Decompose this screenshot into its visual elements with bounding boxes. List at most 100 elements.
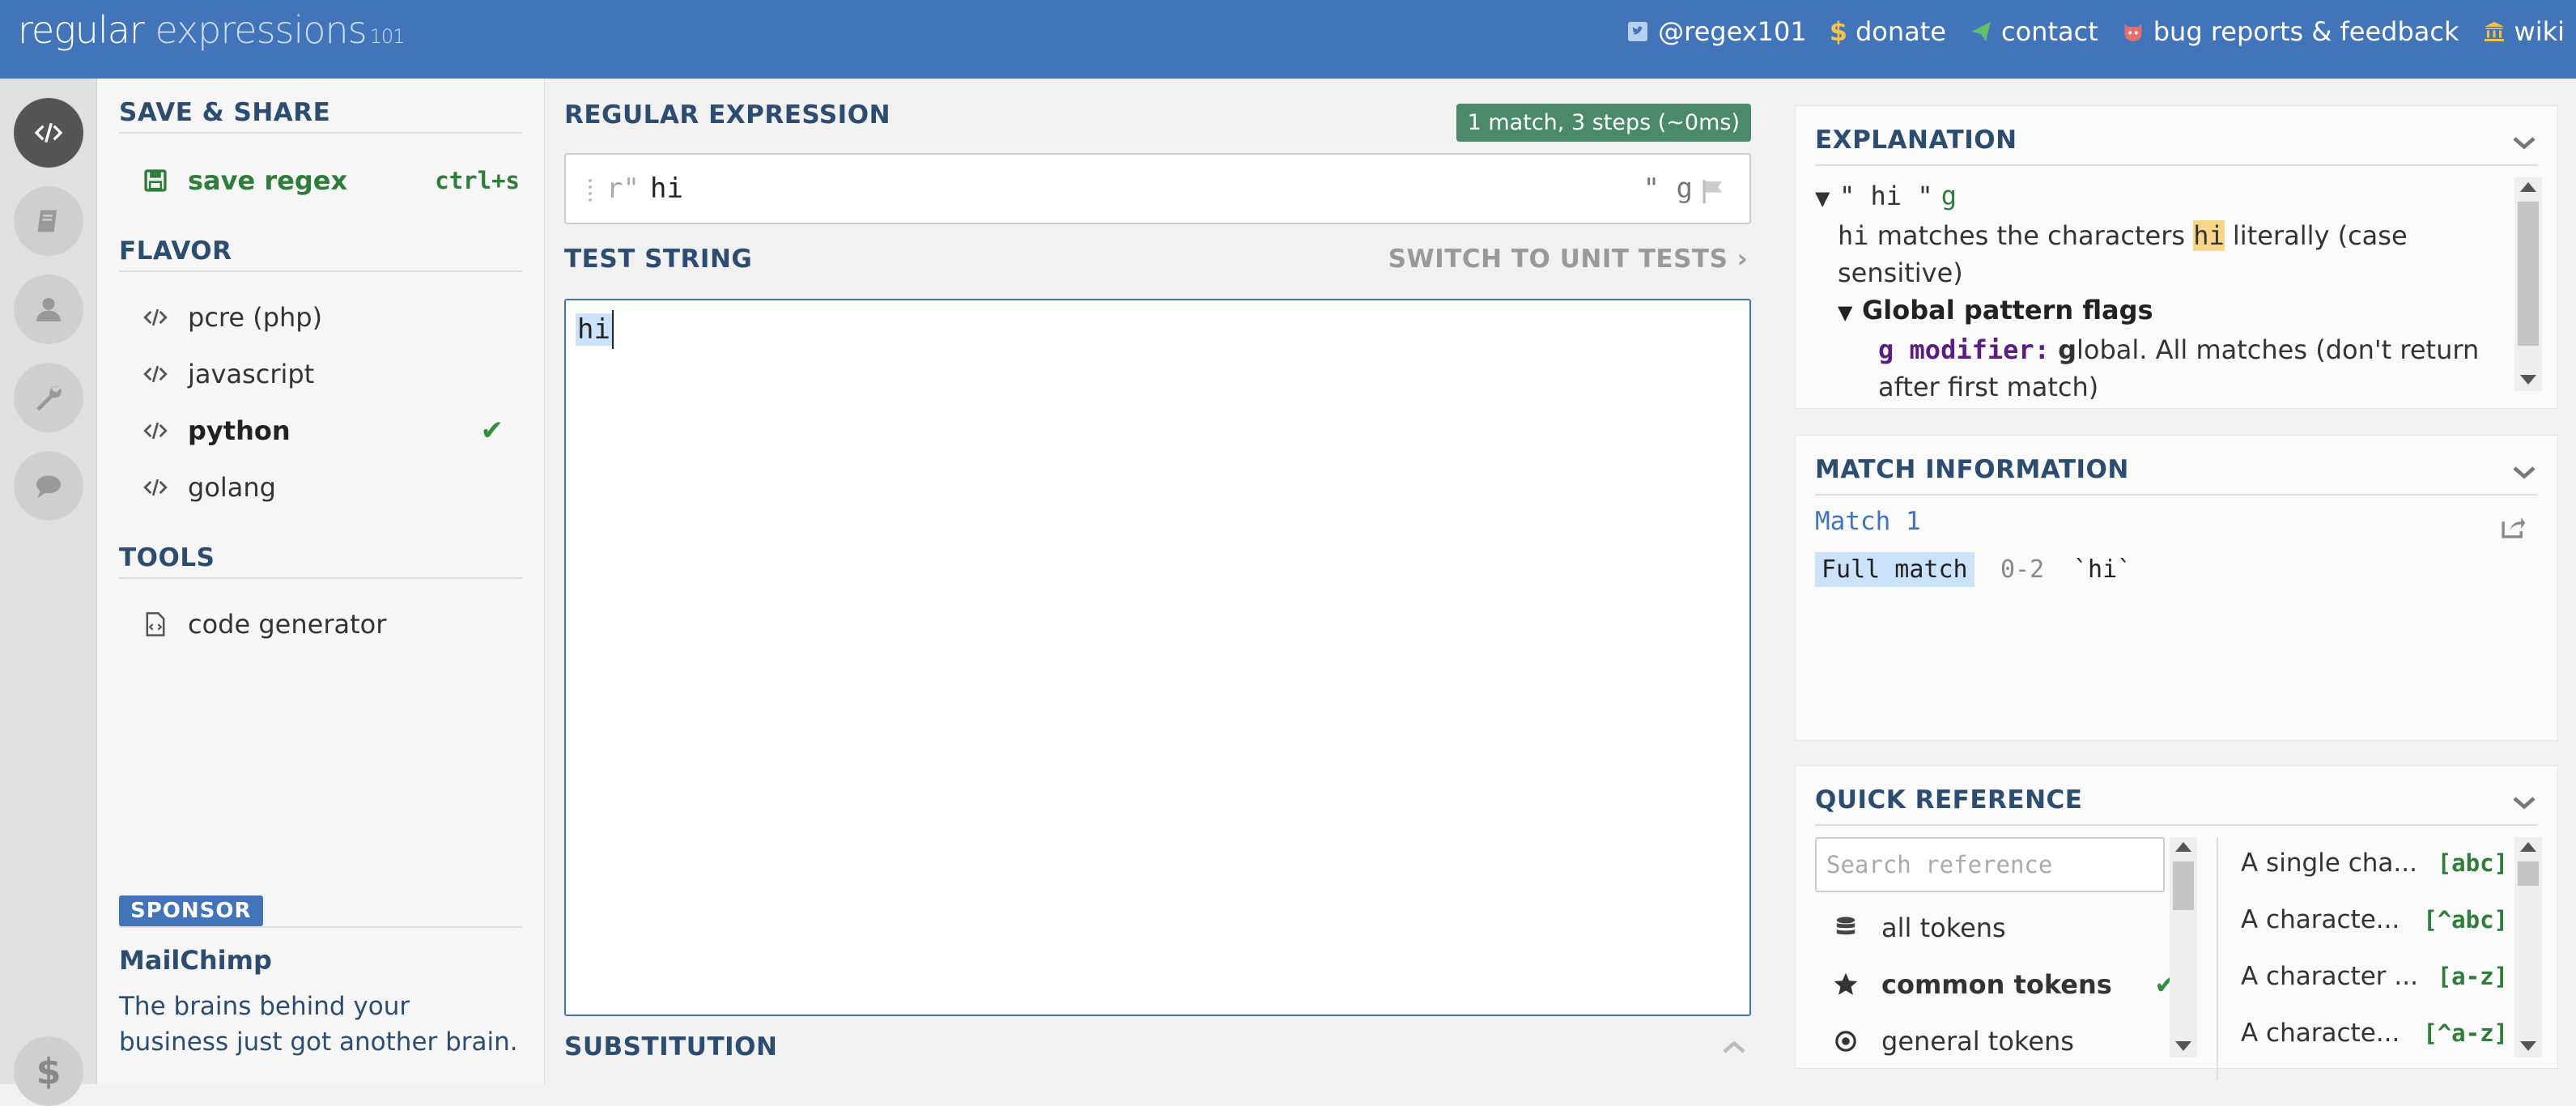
category-all-tokens[interactable]: all tokens <box>1830 905 2170 951</box>
check-icon: ✔ <box>480 415 504 447</box>
explanation-token: hi matches the characters hi literally (… <box>1838 220 2408 288</box>
flag-icon[interactable] <box>1699 177 1728 205</box>
top-header: regular expressions 101 @regex101 $ donat… <box>0 0 2576 79</box>
icon-rail: $ <box>0 79 97 1106</box>
test-string-input[interactable]: hi <box>564 299 1751 1016</box>
code-icon <box>143 479 168 496</box>
test-string-title: TEST STRING <box>564 245 753 274</box>
match-info-panel: MATCH INFORMATION Match 1 Full match 0-2… <box>1795 435 2558 741</box>
wrench-icon <box>36 385 62 411</box>
rail-regex-editor[interactable] <box>14 98 83 168</box>
reference-search-input[interactable] <box>1815 837 2165 892</box>
sponsor-divider <box>119 926 522 928</box>
explanation-flags-node[interactable]: ▼ Global pattern flags <box>1815 291 2519 331</box>
save-shortcut: ctrl+s <box>435 167 520 194</box>
rail-donate[interactable]: $ <box>14 1036 83 1106</box>
substitution-title[interactable]: SUBSTITUTION <box>564 1032 777 1061</box>
target-icon <box>1835 1031 1856 1052</box>
explanation-scrollbar[interactable] <box>2514 177 2542 391</box>
file-code-icon <box>146 612 165 636</box>
code-icon <box>34 122 63 143</box>
share-icon[interactable] <box>2499 513 2527 541</box>
rail-library[interactable] <box>14 186 83 256</box>
user-icon <box>36 297 61 321</box>
save-share-title: SAVE & SHARE <box>119 98 522 134</box>
regex-delimiter-open: r" <box>606 172 640 205</box>
twitter-link[interactable]: @regex101 <box>1626 16 1807 47</box>
explanation-title: EXPLANATION <box>1815 125 2017 155</box>
code-icon <box>143 422 168 440</box>
dollar-icon: $ <box>1829 16 1847 47</box>
logo-main: regular <box>18 8 145 52</box>
match-status-badge: 1 match, 3 steps (~0ms) <box>1456 104 1751 142</box>
rail-community[interactable] <box>14 451 83 521</box>
header-links: @regex101 $ donate contact bug reports &… <box>1626 16 2565 47</box>
donate-link[interactable]: $ donate <box>1830 16 1946 47</box>
regex-title: REGULAR EXPRESSION <box>564 100 891 130</box>
sponsor-text[interactable]: The brains behind your business just got… <box>119 989 524 1060</box>
reference-item[interactable]: A single cha... [abc] <box>2241 840 2508 886</box>
chat-icon <box>36 475 61 498</box>
paper-plane-icon <box>1970 22 1991 41</box>
bug-report-link[interactable]: bug reports & feedback <box>2121 16 2459 47</box>
explanation-panel: EXPLANATION ▼ " hi " g hi matches the cha… <box>1795 105 2558 409</box>
floppy-icon <box>144 169 167 192</box>
quick-ref-title: QUICK REFERENCE <box>1815 785 2083 815</box>
flavor-golang[interactable]: golang <box>139 465 520 510</box>
quick-reference-panel: QUICK REFERENCE all tokens common tokens… <box>1795 765 2558 1080</box>
bank-icon <box>2484 22 2504 41</box>
chevron-up-icon[interactable] <box>1722 1039 1746 1055</box>
match-label: Match 1 <box>1815 507 1921 536</box>
rail-account[interactable] <box>14 274 83 344</box>
star-icon <box>1834 972 1858 995</box>
save-regex-button[interactable]: save regex ctrl+s <box>139 158 520 203</box>
chevron-down-icon[interactable] <box>2512 795 2536 811</box>
tool-code-generator[interactable]: code generator <box>139 602 520 647</box>
explanation-tree: ▼ " hi " g hi matches the characters hi l… <box>1815 177 2519 406</box>
match-info-title: MATCH INFORMATION <box>1815 455 2129 484</box>
reference-item[interactable]: A characte... [^abc] <box>2241 897 2508 942</box>
editor-area: REGULAR EXPRESSION 1 match, 3 steps (~0m… <box>545 79 1770 1084</box>
dollar-icon: $ <box>36 1050 62 1092</box>
chevron-down-icon[interactable] <box>2512 135 2536 151</box>
chevron-down-icon[interactable] <box>2512 465 2536 481</box>
switch-unit-tests-button[interactable]: SWITCH TO UNIT TESTS › <box>1388 245 1748 274</box>
explanation-root[interactable]: ▼ " hi " g <box>1815 177 2519 217</box>
database-icon <box>1836 917 1855 935</box>
regex-input[interactable]: r" hi " g <box>564 153 1751 224</box>
sponsor-name[interactable]: MailChimp <box>119 945 272 976</box>
logo-version: 101 <box>369 25 406 48</box>
chevron-right-icon: › <box>1736 245 1748 274</box>
text-caret <box>612 310 614 349</box>
category-scrollbar[interactable] <box>2170 837 2197 1057</box>
caret-down-icon: ▼ <box>1838 301 1853 324</box>
rail-settings[interactable] <box>14 363 83 432</box>
reference-item[interactable]: A character ... [a-z] <box>2241 954 2508 999</box>
logo-sub: expressions <box>155 8 367 52</box>
flavor-python[interactable]: python ✔ <box>139 408 520 453</box>
drag-handle-icon <box>589 179 595 202</box>
category-common-tokens[interactable]: common tokens ✔ <box>1830 962 2176 1007</box>
twitter-icon <box>1628 22 1648 41</box>
category-general-tokens[interactable]: general tokens <box>1830 1019 2170 1064</box>
wiki-link[interactable]: wiki <box>2482 16 2565 47</box>
regex-value[interactable]: hi <box>650 172 683 205</box>
code-icon <box>143 308 168 326</box>
book-icon <box>37 210 57 232</box>
tools-title: TOOLS <box>119 543 522 579</box>
flavor-javascript[interactable]: javascript <box>139 351 520 397</box>
app-logo[interactable]: regular expressions 101 <box>18 8 406 52</box>
regex-flags[interactable]: " g <box>1643 172 1693 205</box>
reference-scrollbar[interactable] <box>2514 837 2542 1057</box>
flavor-pcre[interactable]: pcre (php) <box>139 295 520 340</box>
match-value: `hi` <box>2073 555 2132 584</box>
left-sidebar: SAVE & SHARE save regex ctrl+s FLAVOR pc… <box>97 79 545 1084</box>
github-icon <box>2124 24 2142 41</box>
code-icon <box>143 365 168 383</box>
caret-down-icon: ▼ <box>1815 187 1830 210</box>
reference-item[interactable]: A characte... [^a-z] <box>2241 1010 2508 1056</box>
contact-link[interactable]: contact <box>1969 16 2098 47</box>
flavor-title: FLAVOR <box>119 236 522 272</box>
match-range: 0-2 <box>2000 555 2045 584</box>
full-match-label: Full match <box>1815 552 1975 587</box>
